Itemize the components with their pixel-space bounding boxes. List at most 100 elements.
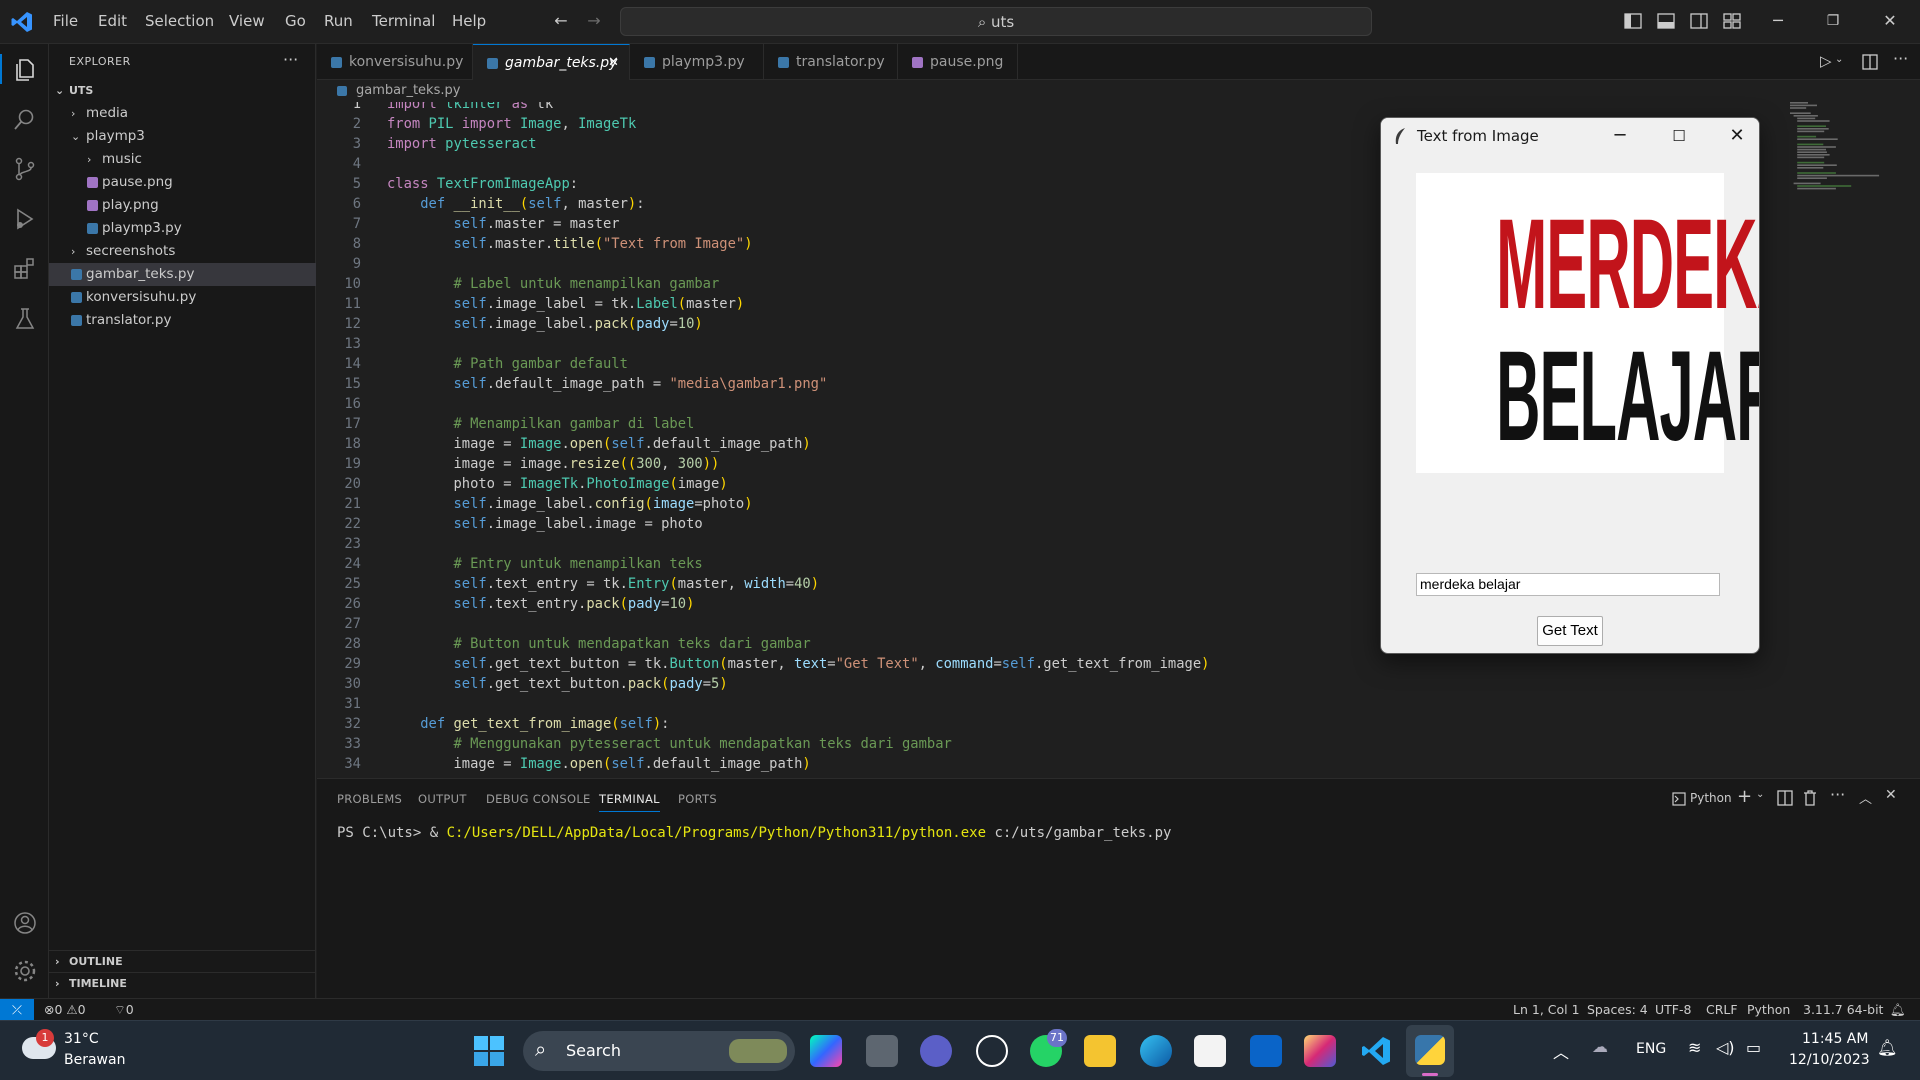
menu-run[interactable]: Run bbox=[324, 12, 353, 30]
tree-item-konversisuhu-py[interactable]: konversisuhu.py bbox=[49, 286, 316, 309]
menu-terminal[interactable]: Terminal bbox=[372, 12, 435, 30]
instagram-icon[interactable] bbox=[1304, 1035, 1336, 1067]
tab-translator-py[interactable]: translator.py bbox=[764, 44, 898, 80]
indentation[interactable]: Spaces: 4 bbox=[1587, 1002, 1648, 1017]
terminal-output[interactable]: PS C:\uts> & C:/Users/DELL/AppData/Local… bbox=[337, 825, 1171, 841]
toggle-panel-icon[interactable] bbox=[1657, 12, 1675, 30]
terminal-name[interactable]: Python bbox=[1690, 791, 1732, 805]
maximize-panel-icon[interactable]: ︿ bbox=[1859, 788, 1872, 807]
vscode-taskbar-icon[interactable] bbox=[1360, 1035, 1392, 1067]
outline-section[interactable]: › OUTLINE bbox=[49, 950, 316, 972]
split-terminal-icon[interactable] bbox=[1777, 790, 1793, 806]
task-view-icon[interactable] bbox=[866, 1035, 898, 1067]
toggle-secondary-sidebar-icon[interactable] bbox=[1690, 12, 1708, 30]
weather-temp[interactable]: 31°C bbox=[64, 1031, 99, 1047]
testing-icon[interactable] bbox=[12, 306, 38, 332]
run-debug-icon[interactable] bbox=[12, 206, 38, 232]
menu-go[interactable]: Go bbox=[285, 12, 306, 30]
chevron-down-icon[interactable]: ⌄ bbox=[1756, 789, 1764, 800]
tree-item-translator-py[interactable]: translator.py bbox=[49, 309, 316, 332]
menu-selection[interactable]: Selection bbox=[145, 12, 214, 30]
chevron-down-icon[interactable]: ⌄ bbox=[1835, 54, 1843, 65]
close-tab-icon[interactable]: ✕ bbox=[608, 45, 619, 81]
file-explorer-icon[interactable] bbox=[1084, 1035, 1116, 1067]
encoding[interactable]: UTF-8 bbox=[1655, 1002, 1691, 1017]
new-terminal-icon[interactable]: + bbox=[1737, 786, 1752, 807]
more-actions-icon[interactable]: ··· bbox=[1893, 49, 1908, 68]
mail-icon[interactable] bbox=[1250, 1035, 1282, 1067]
maximize-icon[interactable]: ☐ bbox=[1667, 124, 1691, 148]
tree-item-media[interactable]: › media bbox=[49, 102, 316, 125]
taskbar-search-box[interactable]: ⌕ Search bbox=[523, 1031, 795, 1071]
cursor-position[interactable]: Ln 1, Col 1 bbox=[1513, 1002, 1580, 1017]
language-mode[interactable]: Python bbox=[1747, 1002, 1790, 1017]
teams-chat-icon[interactable] bbox=[920, 1035, 952, 1067]
accounts-icon[interactable] bbox=[12, 910, 38, 936]
python-interpreter[interactable]: 3.11.7 64-bit bbox=[1803, 1002, 1883, 1017]
close-icon[interactable]: ✕ bbox=[1880, 11, 1900, 31]
problems-status[interactable]: ⊗0 ⚠0 bbox=[44, 1002, 86, 1017]
language-indicator[interactable]: ENG bbox=[1636, 1041, 1666, 1057]
more-actions-icon[interactable]: ··· bbox=[283, 50, 298, 69]
tk-text-entry[interactable]: merdeka belajar bbox=[1416, 573, 1720, 596]
menu-help[interactable]: Help bbox=[452, 12, 486, 30]
battery-icon[interactable]: ▭ bbox=[1746, 1038, 1761, 1057]
minimize-icon[interactable]: ─ bbox=[1768, 11, 1788, 31]
menu-view[interactable]: View bbox=[229, 12, 265, 30]
tab-playmp3-py[interactable]: playmp3.py bbox=[630, 44, 764, 80]
notifications-bell-icon[interactable]: 🔔︎ bbox=[1890, 1002, 1906, 1018]
end-of-line[interactable]: CRLF bbox=[1706, 1002, 1738, 1017]
extensions-icon[interactable] bbox=[12, 256, 38, 282]
tree-item-play-png[interactable]: play.png bbox=[49, 194, 316, 217]
more-actions-icon[interactable]: ··· bbox=[1830, 785, 1845, 804]
tab-pause-png[interactable]: pause.png bbox=[898, 44, 1018, 80]
copilot-icon[interactable] bbox=[810, 1035, 842, 1067]
toggle-sidebar-icon[interactable] bbox=[1624, 12, 1642, 30]
volume-icon[interactable]: ◁) bbox=[1716, 1038, 1735, 1057]
tk-window-titlebar[interactable]: Text from Image ─ ☐ ✕ bbox=[1381, 118, 1759, 154]
windows-start-icon[interactable] bbox=[474, 1036, 504, 1066]
tree-item-pause-png[interactable]: pause.png bbox=[49, 171, 316, 194]
breadcrumb-file[interactable]: gambar_teks.py bbox=[356, 83, 460, 98]
get-text-button[interactable]: Get Text bbox=[1537, 616, 1603, 646]
clock-time[interactable]: 11:45 AM bbox=[1802, 1031, 1868, 1047]
wifi-icon[interactable]: ≋ bbox=[1688, 1038, 1701, 1057]
split-editor-icon[interactable] bbox=[1862, 54, 1878, 70]
notification-icon[interactable]: 🔔︎ bbox=[1877, 1038, 1897, 1057]
tab-konversisuhu-py[interactable]: konversisuhu.py bbox=[317, 44, 473, 80]
microsoft-store-icon[interactable] bbox=[1194, 1035, 1226, 1067]
remote-indicator-icon[interactable]: ⤫ bbox=[0, 999, 34, 1021]
customize-layout-icon[interactable] bbox=[1723, 12, 1741, 30]
menu-edit[interactable]: Edit bbox=[98, 12, 127, 30]
back-arrow-icon[interactable]: ← bbox=[551, 11, 571, 31]
edge-icon[interactable] bbox=[1140, 1035, 1172, 1067]
tree-item-secreenshots[interactable]: › secreenshots bbox=[49, 240, 316, 263]
run-python-file-icon[interactable]: ▷ bbox=[1820, 52, 1832, 70]
tree-item-music[interactable]: › music bbox=[49, 148, 316, 171]
explorer-icon[interactable] bbox=[12, 56, 38, 82]
source-control-icon[interactable] bbox=[12, 156, 38, 182]
panel-tab-terminal[interactable]: TERMINAL bbox=[599, 792, 660, 812]
timeline-section[interactable]: › TIMELINE bbox=[49, 972, 316, 994]
restore-icon[interactable]: ❐ bbox=[1823, 11, 1843, 31]
tree-item-playmp3-py[interactable]: playmp3.py bbox=[49, 217, 316, 240]
search-icon[interactable] bbox=[12, 106, 38, 132]
tree-item-gambar-teks-py[interactable]: gambar_teks.py bbox=[49, 263, 316, 286]
show-hidden-icons-icon[interactable]: ︿ bbox=[1553, 1039, 1569, 1063]
onedrive-offline-icon[interactable]: ☁ bbox=[1592, 1037, 1608, 1056]
weather-desc[interactable]: Berawan bbox=[64, 1052, 125, 1068]
python-taskbar-item[interactable] bbox=[1406, 1025, 1454, 1077]
panel-tab-output[interactable]: OUTPUT bbox=[418, 792, 467, 806]
settings-gear-icon[interactable] bbox=[12, 958, 38, 984]
command-center-search[interactable]: ⌕ uts bbox=[620, 7, 1372, 36]
menu-file[interactable]: File bbox=[53, 12, 78, 30]
dell-icon[interactable] bbox=[976, 1035, 1008, 1067]
close-panel-icon[interactable]: ✕ bbox=[1885, 787, 1897, 803]
clock-date[interactable]: 12/10/2023 bbox=[1789, 1052, 1870, 1068]
panel-tab-problems[interactable]: PROBLEMS bbox=[337, 792, 402, 806]
trash-icon[interactable] bbox=[1803, 790, 1817, 806]
close-icon[interactable]: ✕ bbox=[1725, 124, 1749, 148]
panel-tab-ports[interactable]: PORTS bbox=[678, 792, 717, 806]
ports-status[interactable]: ⌔0 bbox=[114, 1002, 134, 1018]
forward-arrow-icon[interactable]: → bbox=[584, 11, 604, 31]
